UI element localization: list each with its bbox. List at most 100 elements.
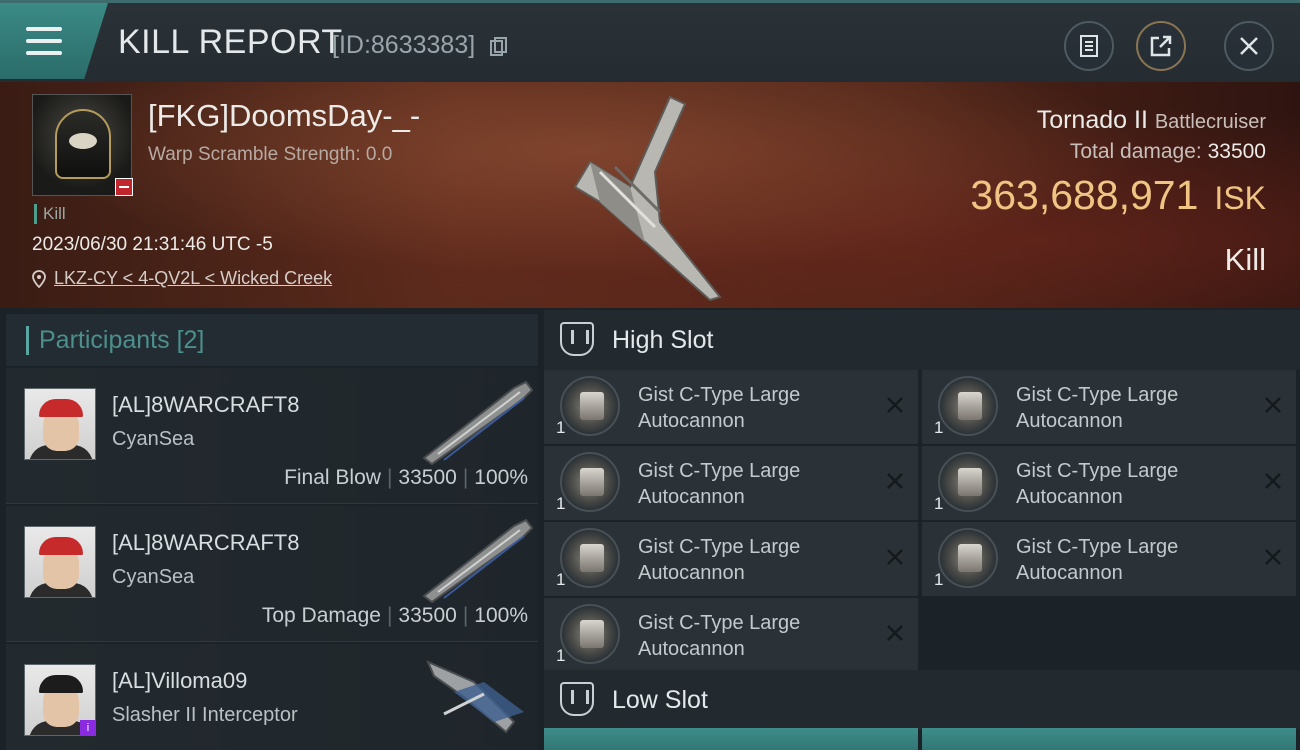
participant-name: [AL]8WARCRAFT8 [112, 530, 300, 555]
remove-icon [1265, 549, 1281, 565]
participant-role: Final Blow [284, 466, 381, 489]
menu-button[interactable] [0, 3, 108, 79]
module-quantity: 1 [556, 418, 566, 437]
participant-percent: 100% [474, 466, 528, 489]
participant-corp: CyanSea [112, 428, 195, 450]
participant-corp: Slasher II Interceptor [112, 704, 298, 726]
high-slot-header: High Slot [544, 310, 1300, 370]
module-name: Gist C-Type Large Autocannon [638, 612, 801, 660]
module-name: Gist C-Type Large Autocannon [1016, 460, 1179, 508]
victim-ship-image[interactable] [560, 92, 740, 302]
participant-row[interactable]: [AL]8WARCRAFT8 CyanSea Final Blow | 33500 |… [6, 368, 538, 504]
remove-icon [887, 549, 903, 565]
module-quantity: 1 [556, 494, 566, 513]
participant-ship-image [422, 380, 534, 466]
kill-datetime: 2023/06/30 21:31:46 UTC -5 [32, 234, 273, 255]
module-item[interactable]: 1 Gist C-Type Large Autocannon [544, 370, 918, 444]
module-quantity: 1 [934, 494, 944, 513]
remove-icon [887, 473, 903, 489]
remove-icon [887, 397, 903, 413]
total-damage-value: 33500 [1207, 140, 1266, 163]
participant-name: [AL]8WARCRAFT8 [112, 392, 300, 417]
participants-title: Participants [2] [26, 326, 204, 355]
participant-percent: 100% [474, 604, 528, 627]
module-name: Gist C-Type Large Autocannon [638, 536, 801, 584]
autocannon-icon [560, 604, 620, 664]
copy-icon[interactable] [490, 37, 508, 57]
close-icon [1240, 37, 1258, 55]
module-item[interactable]: 1 Gist C-Type Large Autocannon [544, 446, 918, 520]
isk-unit: ISK [1214, 180, 1266, 216]
total-damage: Total damage: 33500 [1070, 140, 1266, 164]
participant-corp: CyanSea [112, 566, 195, 588]
participant-name: [AL]Villoma09 [112, 668, 248, 693]
participant-damage: 33500 [398, 466, 457, 489]
module-quantity: 1 [934, 570, 944, 589]
total-damage-label: Total damage: [1069, 140, 1202, 163]
menu-icon [26, 27, 62, 55]
module-quantity: 1 [556, 570, 566, 589]
module-item[interactable]: 1 Gist C-Type Large Autocannon [922, 370, 1296, 444]
participant-ship-image [426, 660, 524, 734]
autocannon-icon [938, 376, 998, 436]
participant-damage: 33500 [398, 604, 457, 627]
remove-icon [887, 625, 903, 641]
high-slot-modules: 1 Gist C-Type Large Autocannon 1 Gist C-… [544, 370, 1300, 672]
high-slot-icon [560, 322, 594, 356]
participant-badge: i [80, 720, 96, 736]
victim-status-badge [115, 178, 133, 196]
remove-icon [1265, 473, 1281, 489]
autocannon-icon [938, 452, 998, 512]
participant-avatar[interactable] [24, 388, 96, 460]
location-pin-icon [32, 269, 46, 288]
page-title: KILL REPORT [118, 23, 343, 61]
participant-role: Top Damage [261, 604, 381, 627]
victim-ship-name: Tornado II Battlecruiser [1037, 106, 1266, 135]
low-slot-module-partial[interactable] [544, 728, 918, 750]
module-name: Gist C-Type Large Autocannon [638, 460, 801, 508]
top-bar: KILL REPORT [ID:8633383] [0, 0, 1300, 82]
low-slot-icon [560, 682, 594, 716]
participant-avatar[interactable] [24, 526, 96, 598]
participant-stats: Final Blow | 33500 | 100% [284, 466, 528, 489]
fitting-panel: High Slot 1 Gist C-Type Large Autocannon… [544, 310, 1300, 750]
autocannon-icon [938, 528, 998, 588]
ship-class: Battlecruiser [1154, 111, 1266, 133]
autocannon-icon [560, 528, 620, 588]
module-item[interactable]: 1 Gist C-Type Large Autocannon [922, 522, 1296, 596]
module-item[interactable]: 1 Gist C-Type Large Autocannon [922, 446, 1296, 520]
low-slot-header: Low Slot [544, 670, 1300, 730]
participants-panel: Participants [2] [AL]8WARCRAFT8 CyanSea … [6, 314, 538, 750]
high-slot-title: High Slot [612, 326, 714, 354]
isk-amount: 363,688,971 [970, 172, 1199, 218]
report-id: [ID:8633383] [332, 31, 476, 59]
participant-stats: Top Damage | 33500 | 100% [261, 604, 528, 627]
victim-name[interactable]: [FKG]DoomsDay-_- [148, 98, 420, 134]
module-quantity: 1 [556, 646, 566, 665]
module-quantity: 1 [934, 418, 944, 437]
clipboard-button[interactable] [1064, 21, 1114, 71]
participants-title-text: Participants [39, 326, 170, 354]
result-label: Kill [1224, 242, 1266, 277]
participants-header: Participants [2] [6, 314, 538, 366]
module-name: Gist C-Type Large Autocannon [1016, 536, 1179, 584]
low-slot-title: Low Slot [612, 686, 708, 714]
participant-row[interactable]: i [AL]Villoma09 Slasher II Interceptor [6, 644, 538, 750]
location-link[interactable]: LKZ-CY < 4-QV2L < Wicked Creek [32, 268, 332, 289]
isk-value: 363,688,971 ISK [970, 172, 1266, 219]
share-icon [1150, 35, 1172, 57]
autocannon-icon [560, 452, 620, 512]
participant-row[interactable]: [AL]8WARCRAFT8 CyanSea Top Damage | 33500 |… [6, 506, 538, 642]
ship-name: Tornado II [1036, 106, 1148, 134]
module-item[interactable]: 1 Gist C-Type Large Autocannon [544, 522, 918, 596]
close-button[interactable] [1224, 21, 1274, 71]
share-button[interactable] [1136, 21, 1186, 71]
autocannon-icon [560, 376, 620, 436]
kill-tag: Kill [34, 204, 66, 224]
low-slot-module-partial[interactable] [922, 728, 1296, 750]
remove-icon [1265, 397, 1281, 413]
module-item[interactable]: 1 Gist C-Type Large Autocannon [544, 598, 918, 672]
location-text: LKZ-CY < 4-QV2L < Wicked Creek [54, 268, 333, 288]
participant-ship-image [422, 518, 534, 604]
participants-count: [2] [176, 326, 205, 354]
